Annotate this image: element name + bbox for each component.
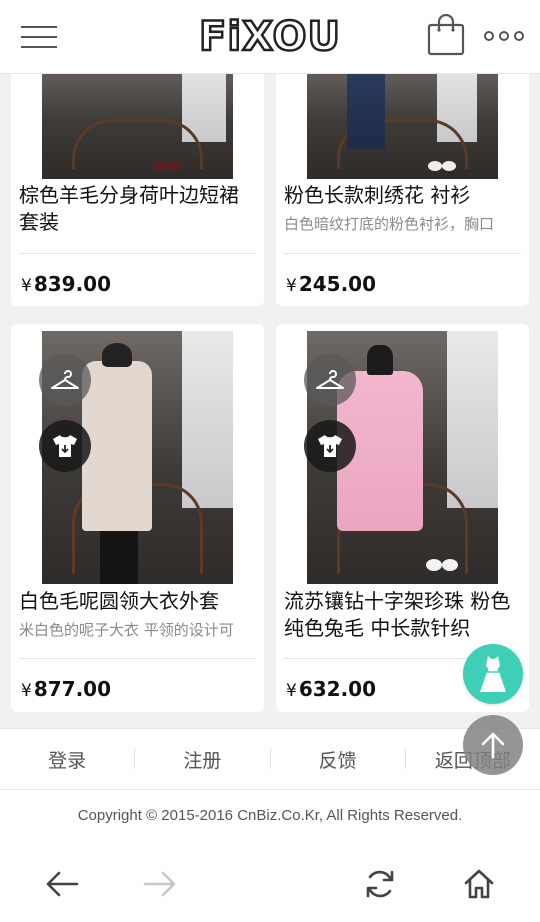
product-title[interactable]: 流苏镶钻十字架珍珠 粉色纯色兔毛 中长款针织 (284, 588, 523, 644)
tshirt-download-button[interactable] (39, 420, 91, 472)
register-link[interactable]: 注册 (135, 746, 269, 773)
shopping-bag-icon[interactable] (427, 13, 465, 56)
dress-fab-button[interactable] (463, 644, 523, 704)
product-title[interactable]: 粉色长款刺绣花 衬衫 (284, 182, 523, 209)
product-price: ¥877.00 (21, 677, 112, 701)
scroll-to-top-button[interactable] (463, 715, 523, 775)
product-title[interactable]: 白色毛呢圆领大衣外套 (19, 588, 258, 615)
browser-nav-bar (0, 842, 540, 922)
forward-arrow-icon[interactable] (140, 864, 180, 904)
product-description: 白色暗纹打底的粉色衬衫，胸口 (284, 215, 495, 233)
product-image[interactable] (42, 74, 233, 179)
product-price: ¥839.00 (21, 272, 112, 296)
product-image[interactable] (307, 74, 498, 179)
product-price: ¥245.00 (286, 272, 377, 296)
product-card[interactable]: 棕色羊毛分身荷叶边短裙套装 ¥839.00 (11, 74, 264, 306)
brand-logo[interactable]: FiXOU (193, 13, 347, 62)
product-price: ¥632.00 (286, 677, 377, 701)
footer-links: 登录 注册 反馈 返回顶部 (0, 728, 540, 790)
copyright-text: Copyright © 2015-2016 CnBiz.Co.Kr, All R… (0, 790, 540, 842)
back-arrow-icon[interactable] (42, 864, 82, 904)
more-dots-icon[interactable] (484, 31, 524, 43)
product-grid: 棕色羊毛分身荷叶边短裙套装 ¥839.00 粉色长款刺绣花 衬衫 白色暗纹打底的… (0, 74, 540, 728)
product-title[interactable]: 棕色羊毛分身荷叶边短裙套装 (19, 182, 258, 236)
hanger-button[interactable] (39, 354, 91, 406)
app-header: FiXOU (0, 0, 540, 74)
product-card[interactable]: 粉色长款刺绣花 衬衫 白色暗纹打底的粉色衬衫，胸口 ¥245.00 (276, 74, 529, 306)
feedback-link[interactable]: 反馈 (271, 746, 405, 773)
refresh-icon[interactable] (360, 864, 400, 904)
home-icon[interactable] (459, 864, 499, 904)
hamburger-menu-icon[interactable] (21, 26, 57, 48)
product-description: 米白色的呢子大衣 平领的设计可 (19, 621, 234, 639)
hanger-button[interactable] (304, 354, 356, 406)
tshirt-download-button[interactable] (304, 420, 356, 472)
login-link[interactable]: 登录 (0, 746, 134, 773)
product-card[interactable]: 白色毛呢圆领大衣外套 米白色的呢子大衣 平领的设计可 ¥877.00 (11, 324, 264, 712)
